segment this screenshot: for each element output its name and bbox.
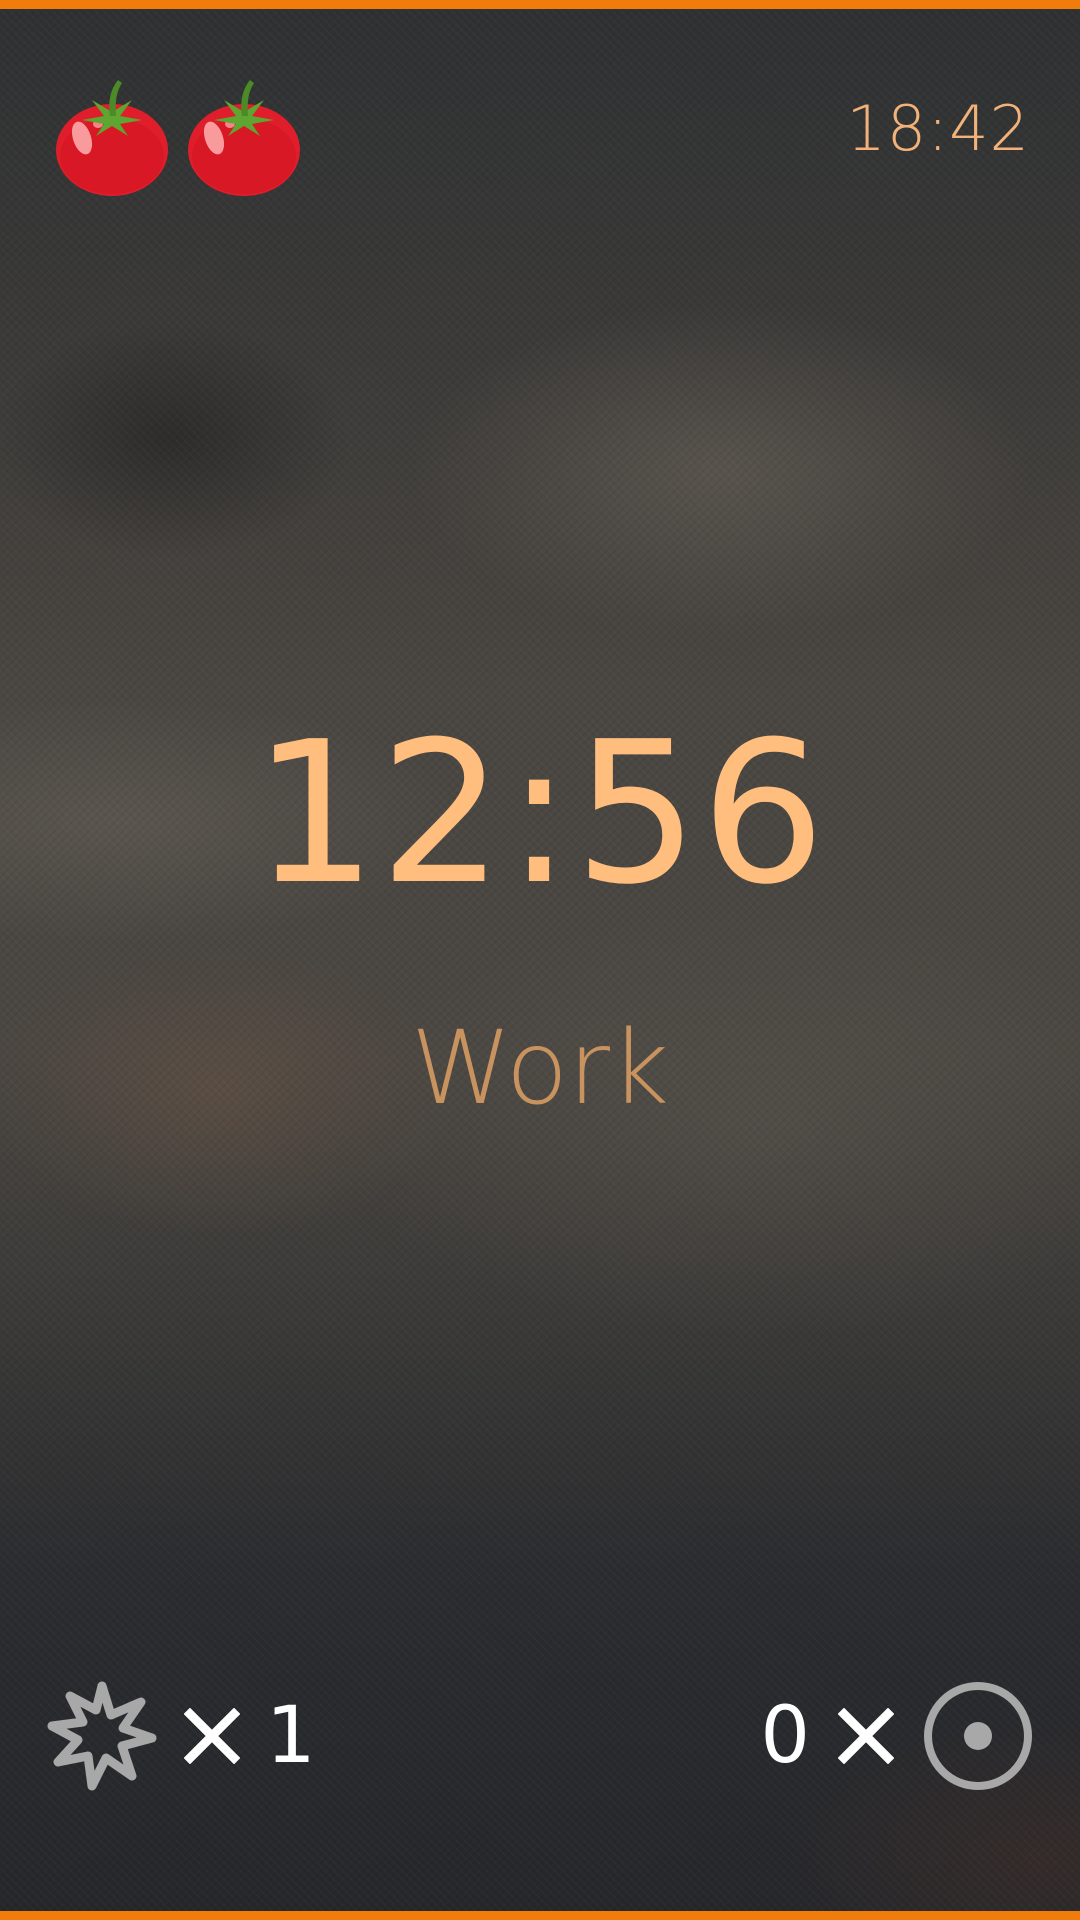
tomato-icon	[56, 80, 168, 196]
focus-control[interactable]: 0	[760, 1680, 1034, 1792]
bottom-accent-bar	[0, 1911, 1080, 1920]
tomato-icon	[188, 80, 300, 196]
times-icon	[184, 1708, 240, 1764]
background-texture	[0, 0, 1080, 1920]
target-icon[interactable]	[922, 1680, 1034, 1792]
top-accent-bar	[0, 0, 1080, 9]
pomodoro-screen: 18:42 12:56 Work 1 0	[0, 0, 1080, 1920]
completed-pomodoros	[52, 72, 304, 196]
interruptions-control[interactable]: 1	[46, 1680, 316, 1792]
phase-label: Work	[410, 1009, 670, 1128]
focus-count: 0	[760, 1691, 810, 1781]
current-time: 18:42	[846, 92, 1030, 165]
burst-icon[interactable]	[46, 1680, 158, 1792]
interruption-count: 1	[266, 1691, 316, 1781]
countdown-timer[interactable]: 12:56	[0, 716, 1080, 912]
times-icon	[838, 1708, 894, 1764]
